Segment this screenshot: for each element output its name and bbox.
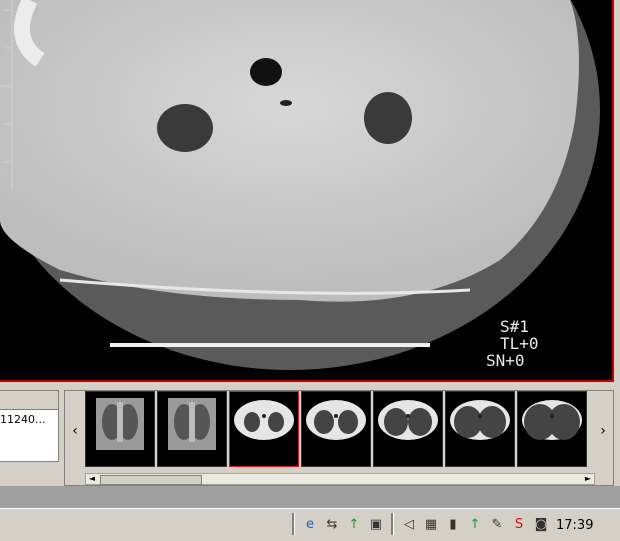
ct-slice-image xyxy=(306,400,366,440)
green-arrow-icon[interactable]: ↑ xyxy=(345,515,363,533)
speaker-icon[interactable]: ◁ xyxy=(400,515,418,533)
thumbnail-chest-xray[interactable] xyxy=(157,391,227,467)
series-id-text[interactable]: 11240... xyxy=(0,413,45,426)
thumbnail-strip: ‹ › ◄ ► xyxy=(64,390,614,486)
slice-number-label: SN+0 xyxy=(486,351,525,370)
taskbar-clock[interactable]: 17:39 xyxy=(556,518,593,533)
thumbnail-ct-slice[interactable] xyxy=(373,391,443,467)
series-list-header xyxy=(0,391,58,410)
thumbnail-ct-slice[interactable] xyxy=(229,391,299,467)
scale-ruler xyxy=(0,0,13,190)
series-number-label: S#1 xyxy=(500,317,529,336)
network-icon[interactable]: ⇆ xyxy=(323,515,341,533)
camera-icon[interactable]: ◙ xyxy=(532,515,550,533)
taskbar: e ⇆ ↑ ▣ ◁ ▦ ▮ ↑ ✎ S ◙ 17:39 xyxy=(0,508,620,541)
next-thumbnails-button[interactable]: › xyxy=(593,391,613,471)
series-browser: 11240... ‹ › ◄ ► xyxy=(0,382,620,486)
scroll-left-arrow-icon[interactable]: ◄ xyxy=(86,474,98,484)
table-location-label: TL+0 xyxy=(500,334,539,353)
system-tray: e ⇆ ↑ ▣ ◁ ▦ ▮ ↑ ✎ S ◙ xyxy=(290,513,550,535)
pen-icon[interactable]: ✎ xyxy=(488,515,506,533)
battery-icon[interactable]: ▮ xyxy=(444,515,462,533)
image-viewport[interactable]: S#1 TL+0 SN+0 xyxy=(0,0,614,382)
thumbnail-ct-slice[interactable] xyxy=(301,391,371,467)
display-icon[interactable]: ▦ xyxy=(422,515,440,533)
scrollbar-thumb[interactable] xyxy=(100,475,202,485)
prev-thumbnails-button[interactable]: ‹ xyxy=(65,391,85,471)
thumbnail-list xyxy=(85,391,595,469)
ct-slice-image xyxy=(522,400,582,440)
chest-xray-image xyxy=(96,398,144,450)
thumbnail-ct-slice[interactable] xyxy=(517,391,587,467)
thumbnail-chest-xray[interactable] xyxy=(85,391,155,467)
s-icon[interactable]: S xyxy=(510,515,528,533)
status-bar xyxy=(0,486,620,508)
ct-slice-image xyxy=(450,400,510,440)
green-arrow-icon[interactable]: ↑ xyxy=(466,515,484,533)
ct-slice-image xyxy=(378,400,438,440)
scroll-right-arrow-icon[interactable]: ► xyxy=(582,474,594,484)
chest-xray-image xyxy=(168,398,216,450)
tray-separator xyxy=(391,513,394,535)
series-list[interactable]: 11240... xyxy=(0,390,59,462)
task-icon[interactable]: ▣ xyxy=(367,515,385,533)
thumbnail-ct-slice[interactable] xyxy=(445,391,515,467)
ie-icon[interactable]: e xyxy=(301,515,319,533)
tray-separator xyxy=(292,513,295,535)
ct-slice-image xyxy=(234,400,294,440)
thumbnail-scrollbar[interactable]: ◄ ► xyxy=(85,473,595,485)
